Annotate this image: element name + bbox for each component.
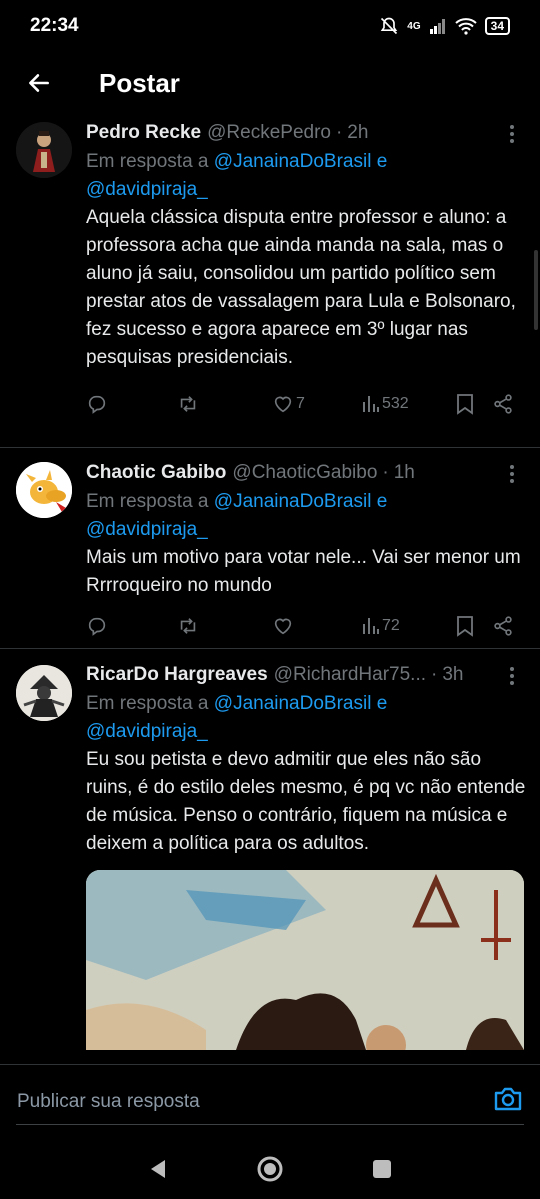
more-options-button[interactable] <box>504 662 520 690</box>
tweet-header: RicarDo Hargreaves @RichardHar75... · 3h <box>86 660 540 690</box>
display-name[interactable]: Pedro Recke <box>86 122 201 144</box>
retweet-icon <box>180 618 196 634</box>
views-button[interactable]: 532 <box>362 384 409 424</box>
camera-button[interactable] <box>493 1085 523 1118</box>
mention-joiner: e <box>371 491 388 512</box>
like-button[interactable]: 7 <box>272 384 305 424</box>
more-icon <box>510 125 514 129</box>
bookmark-icon <box>457 394 473 415</box>
input-underline <box>16 1124 524 1125</box>
retweet-button[interactable] <box>176 384 200 424</box>
retweet-button[interactable] <box>176 606 200 646</box>
views-button[interactable]: 72 <box>362 606 400 646</box>
tweet-actions: 7 532 <box>86 382 540 426</box>
display-name[interactable]: RicarDo Hargreaves <box>86 664 268 686</box>
replies-feed[interactable]: Pedro Recke @ReckePedro · 2h Em resposta… <box>0 114 540 1064</box>
reply-button[interactable] <box>86 606 108 646</box>
bookmark-icon <box>457 616 473 637</box>
nav-back-icon[interactable] <box>147 1157 169 1181</box>
like-icon <box>274 618 292 635</box>
signal-icon <box>429 19 445 34</box>
reply-prefix: Em resposta a <box>86 693 214 714</box>
status-time: 22:34 <box>30 15 79 36</box>
user-handle[interactable]: @ReckePedro <box>207 122 331 144</box>
tweet-header: Chaotic Gabibo @ChaoticGabibo · 1h <box>86 458 540 488</box>
mention-link[interactable]: @davidpiraja_ <box>86 519 208 540</box>
reply-tweet[interactable]: RicarDo Hargreaves @RichardHar75... · 3h… <box>0 649 540 1064</box>
more-icon <box>510 667 514 671</box>
retweet-icon <box>180 396 196 412</box>
share-icon <box>494 616 512 636</box>
reply-input[interactable]: Publicar sua resposta <box>17 1091 200 1113</box>
system-icons: 4G 34 <box>379 16 510 36</box>
bookmark-button[interactable] <box>456 384 474 424</box>
mention-link[interactable]: @davidpiraja_ <box>86 721 208 742</box>
camera-icon <box>494 1087 522 1111</box>
mention-link[interactable]: @davidpiraja_ <box>86 179 208 200</box>
share-button[interactable] <box>492 384 514 424</box>
reply-context: Em resposta a @JanainaDoBrasil e @davidp… <box>86 690 540 746</box>
separator-dot: · <box>431 664 438 685</box>
views-icon <box>363 396 379 412</box>
nav-home-icon[interactable] <box>255 1154 285 1184</box>
reply-prefix: Em resposta a <box>86 491 214 512</box>
share-icon <box>494 394 512 414</box>
separator-dot: · <box>382 462 389 483</box>
mention-link[interactable]: @JanainaDoBrasil <box>214 491 372 512</box>
wifi-icon <box>454 18 477 35</box>
reply-tweet[interactable]: Pedro Recke @ReckePedro · 2h Em resposta… <box>0 114 540 448</box>
media-image <box>86 870 524 1050</box>
reply-icon <box>88 617 106 636</box>
like-icon <box>274 396 292 413</box>
tweet-text: Mais um motivo para votar nele... Vai se… <box>86 547 521 596</box>
user-handle[interactable]: @ChaoticGabibo <box>232 462 377 484</box>
share-button[interactable] <box>492 606 514 646</box>
top-app-bar: Postar <box>0 52 540 114</box>
back-arrow-icon <box>29 74 49 92</box>
avatar[interactable] <box>16 665 72 721</box>
avatar[interactable] <box>16 122 72 178</box>
scrollbar[interactable] <box>534 250 538 330</box>
battery-icon: 34 <box>484 17 510 35</box>
system-navigation-bar <box>0 1138 540 1199</box>
status-bar: 22:34 4G 34 <box>0 0 540 52</box>
more-icon <box>510 465 514 469</box>
separator-dot: · <box>335 122 343 143</box>
more-options-button[interactable] <box>504 120 520 148</box>
reply-tweet[interactable]: Chaotic Gabibo @ChaoticGabibo · 1h Em re… <box>0 448 540 649</box>
reply-context: Em resposta a @JanainaDoBrasil e @davidp… <box>86 488 540 544</box>
views-count: 532 <box>382 395 409 412</box>
back-button[interactable] <box>0 52 78 114</box>
mention-joiner: e <box>371 693 388 714</box>
avatar[interactable] <box>16 462 72 518</box>
network-type: 4G <box>407 20 421 32</box>
tweet-actions: 72 <box>86 604 540 648</box>
mention-link[interactable]: @JanainaDoBrasil <box>214 151 372 172</box>
timestamp: 2h <box>347 122 369 143</box>
reply-composer: Publicar sua resposta <box>0 1064 540 1138</box>
views-icon <box>363 618 379 634</box>
mention-link[interactable]: @JanainaDoBrasil <box>214 693 372 714</box>
mute-icon <box>381 17 398 35</box>
reply-button[interactable] <box>86 384 108 424</box>
mention-joiner: e <box>371 151 388 172</box>
timestamp: 3h <box>442 664 464 685</box>
media-preview[interactable] <box>86 870 524 1050</box>
display-name[interactable]: Chaotic Gabibo <box>86 462 226 484</box>
tweet-text: Aquela clássica disputa entre professor … <box>86 207 516 368</box>
bookmark-button[interactable] <box>456 606 474 646</box>
tweet-text: Eu sou petista e devo admitir que eles n… <box>86 749 526 854</box>
timestamp: 1h <box>393 462 415 483</box>
like-button[interactable] <box>272 606 296 646</box>
reply-prefix: Em resposta a <box>86 151 214 172</box>
like-count: 7 <box>296 395 305 412</box>
reply-context: Em resposta a @JanainaDoBrasil e @davidp… <box>86 148 540 204</box>
page-title: Postar <box>99 67 180 98</box>
more-options-button[interactable] <box>504 460 520 488</box>
nav-recents-icon[interactable] <box>371 1158 393 1180</box>
tweet-header: Pedro Recke @ReckePedro · 2h <box>86 118 540 148</box>
reply-icon <box>88 395 106 414</box>
views-count: 72 <box>382 617 400 634</box>
user-handle[interactable]: @RichardHar75... <box>274 664 426 686</box>
